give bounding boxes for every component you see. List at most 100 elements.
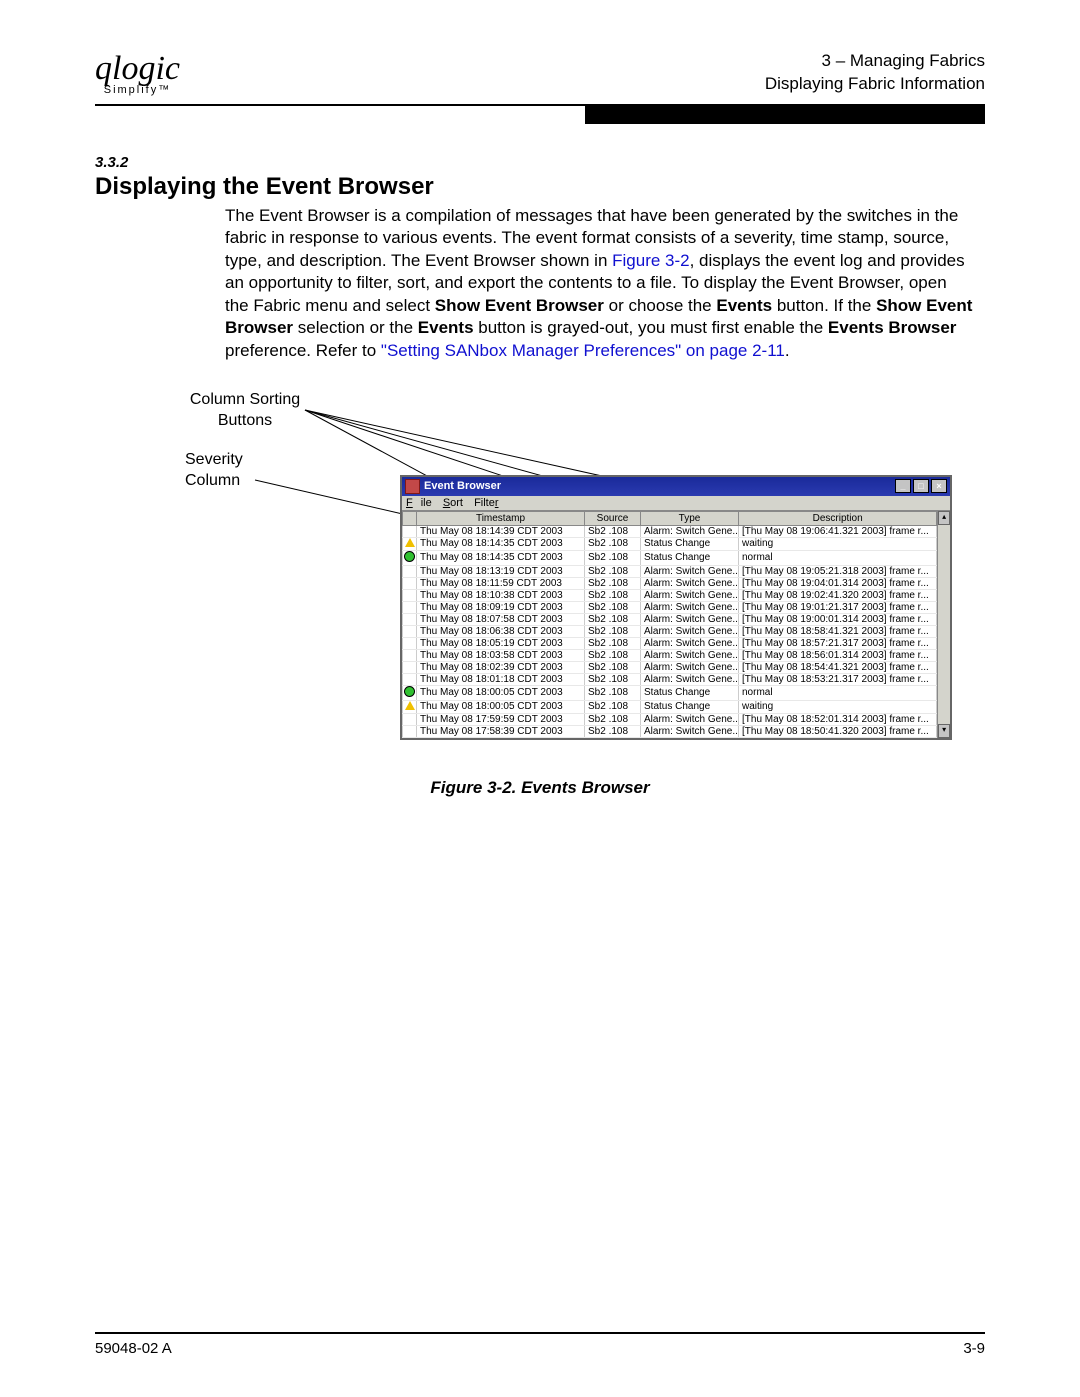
- table-row[interactable]: Thu May 08 18:14:35 CDT 2003Sb2 .108Stat…: [403, 537, 937, 550]
- timestamp-cell: Thu May 08 17:58:39 CDT 2003: [417, 725, 585, 737]
- col-description[interactable]: Description: [739, 511, 937, 525]
- severity-cell: [403, 601, 417, 613]
- description-cell: [Thu May 08 18:56:01.314 2003] frame r..…: [739, 649, 937, 661]
- description-cell: [Thu May 08 18:58:41.321 2003] frame r..…: [739, 625, 937, 637]
- type-cell: Alarm: Switch Gene...: [641, 661, 739, 673]
- table-row[interactable]: Thu May 08 18:03:58 CDT 2003Sb2 .108Alar…: [403, 649, 937, 661]
- timestamp-cell: Thu May 08 18:07:58 CDT 2003: [417, 613, 585, 625]
- section-number: 3.3.2: [95, 154, 985, 171]
- xref-figure[interactable]: Figure 3-2: [612, 251, 689, 270]
- col-timestamp[interactable]: Timestamp: [417, 511, 585, 525]
- timestamp-cell: Thu May 08 18:14:35 CDT 2003: [417, 537, 585, 550]
- severity-cell: [403, 589, 417, 601]
- header-line1: 3 – Managing Fabrics: [765, 50, 985, 73]
- severity-cell: [403, 565, 417, 577]
- table-row[interactable]: Thu May 08 18:00:05 CDT 2003Sb2 .108Stat…: [403, 700, 937, 713]
- severity-cell: [403, 725, 417, 737]
- xref-prefs[interactable]: "Setting SANbox Manager Preferences" on …: [381, 341, 785, 360]
- type-cell: Alarm: Switch Gene...: [641, 649, 739, 661]
- source-cell: Sb2 .108: [585, 713, 641, 725]
- description-cell: [Thu May 08 19:02:41.320 2003] frame r..…: [739, 589, 937, 601]
- description-cell: [Thu May 08 18:53:21.317 2003] frame r..…: [739, 673, 937, 685]
- description-cell: [Thu May 08 19:00:01.314 2003] frame r..…: [739, 613, 937, 625]
- type-cell: Alarm: Switch Gene...: [641, 625, 739, 637]
- menu-filter[interactable]: Filter: [474, 497, 498, 509]
- bold-text: Events: [716, 296, 772, 315]
- menubar: File Sort Filter: [402, 496, 950, 511]
- menu-file[interactable]: File: [406, 497, 432, 509]
- severity-cell: [403, 700, 417, 713]
- severity-cell: [403, 713, 417, 725]
- table-row[interactable]: Thu May 08 18:07:58 CDT 2003Sb2 .108Alar…: [403, 613, 937, 625]
- severity-cell: [403, 661, 417, 673]
- scroll-up-button[interactable]: ▴: [938, 511, 950, 525]
- close-button[interactable]: ×: [931, 479, 947, 493]
- bold-text: Events Browser: [828, 318, 957, 337]
- menu-sort[interactable]: Sort: [443, 497, 463, 509]
- logo: qlogic Simplify™: [95, 55, 180, 96]
- source-cell: Sb2 .108: [585, 661, 641, 673]
- timestamp-cell: Thu May 08 17:59:59 CDT 2003: [417, 713, 585, 725]
- table-header-row: Timestamp Source Type Description: [403, 511, 937, 525]
- timestamp-cell: Thu May 08 18:02:39 CDT 2003: [417, 661, 585, 673]
- table-row[interactable]: Thu May 08 18:11:59 CDT 2003Sb2 .108Alar…: [403, 577, 937, 589]
- page-footer: 59048-02 A 3-9: [95, 1332, 985, 1357]
- type-cell: Alarm: Switch Gene...: [641, 637, 739, 649]
- table-row[interactable]: Thu May 08 18:05:19 CDT 2003Sb2 .108Alar…: [403, 637, 937, 649]
- timestamp-cell: Thu May 08 18:01:18 CDT 2003: [417, 673, 585, 685]
- section-title: Displaying the Event Browser: [95, 173, 985, 201]
- timestamp-cell: Thu May 08 18:10:38 CDT 2003: [417, 589, 585, 601]
- source-cell: Sb2 .108: [585, 685, 641, 700]
- header-black-bar: [585, 106, 986, 124]
- type-cell: Alarm: Switch Gene...: [641, 525, 739, 537]
- type-cell: Alarm: Switch Gene...: [641, 673, 739, 685]
- severity-cell: [403, 637, 417, 649]
- minimize-button[interactable]: _: [895, 479, 911, 493]
- header-line2: Displaying Fabric Information: [765, 73, 985, 96]
- body-text: selection or the: [293, 318, 418, 337]
- description-cell: [Thu May 08 19:04:01.314 2003] frame r..…: [739, 577, 937, 589]
- table-row[interactable]: Thu May 08 18:10:38 CDT 2003Sb2 .108Alar…: [403, 589, 937, 601]
- table-row[interactable]: Thu May 08 18:14:39 CDT 2003Sb2 .108Alar…: [403, 525, 937, 537]
- table-row[interactable]: Thu May 08 17:59:59 CDT 2003Sb2 .108Alar…: [403, 713, 937, 725]
- description-cell: [Thu May 08 18:57:21.317 2003] frame r..…: [739, 637, 937, 649]
- col-source[interactable]: Source: [585, 511, 641, 525]
- severity-warning-icon: [405, 538, 415, 547]
- table-row[interactable]: Thu May 08 18:01:18 CDT 2003Sb2 .108Alar…: [403, 673, 937, 685]
- timestamp-cell: Thu May 08 18:13:19 CDT 2003: [417, 565, 585, 577]
- table-row[interactable]: Thu May 08 18:06:38 CDT 2003Sb2 .108Alar…: [403, 625, 937, 637]
- maximize-button[interactable]: □: [913, 479, 929, 493]
- source-cell: Sb2 .108: [585, 550, 641, 565]
- description-cell: normal: [739, 685, 937, 700]
- timestamp-cell: Thu May 08 18:14:35 CDT 2003: [417, 550, 585, 565]
- footer-rule: [95, 1332, 985, 1334]
- col-type[interactable]: Type: [641, 511, 739, 525]
- type-cell: Status Change: [641, 550, 739, 565]
- scroll-down-button[interactable]: ▾: [938, 724, 950, 738]
- severity-warning-icon: [405, 701, 415, 710]
- table-row[interactable]: Thu May 08 18:02:39 CDT 2003Sb2 .108Alar…: [403, 661, 937, 673]
- table-row[interactable]: Thu May 08 18:00:05 CDT 2003Sb2 .108Stat…: [403, 685, 937, 700]
- severity-cell: [403, 525, 417, 537]
- page-header: qlogic Simplify™ 3 – Managing Fabrics Di…: [95, 50, 985, 96]
- body-paragraph: The Event Browser is a compilation of me…: [225, 205, 975, 362]
- table-row[interactable]: Thu May 08 17:58:39 CDT 2003Sb2 .108Alar…: [403, 725, 937, 737]
- timestamp-cell: Thu May 08 18:14:39 CDT 2003: [417, 525, 585, 537]
- col-severity[interactable]: [403, 511, 417, 525]
- table-row[interactable]: Thu May 08 18:13:19 CDT 2003Sb2 .108Alar…: [403, 565, 937, 577]
- body-text: .: [785, 341, 790, 360]
- footer-right: 3-9: [963, 1340, 985, 1357]
- titlebar[interactable]: Event Browser _ □ ×: [402, 477, 950, 496]
- source-cell: Sb2 .108: [585, 577, 641, 589]
- timestamp-cell: Thu May 08 18:00:05 CDT 2003: [417, 685, 585, 700]
- description-cell: [Thu May 08 18:52:01.314 2003] frame r..…: [739, 713, 937, 725]
- description-cell: normal: [739, 550, 937, 565]
- type-cell: Status Change: [641, 685, 739, 700]
- table-row[interactable]: Thu May 08 18:09:19 CDT 2003Sb2 .108Alar…: [403, 601, 937, 613]
- source-cell: Sb2 .108: [585, 673, 641, 685]
- table-row[interactable]: Thu May 08 18:14:35 CDT 2003Sb2 .108Stat…: [403, 550, 937, 565]
- timestamp-cell: Thu May 08 18:09:19 CDT 2003: [417, 601, 585, 613]
- severity-cell: [403, 613, 417, 625]
- scrollbar-track[interactable]: [938, 525, 950, 724]
- type-cell: Alarm: Switch Gene...: [641, 589, 739, 601]
